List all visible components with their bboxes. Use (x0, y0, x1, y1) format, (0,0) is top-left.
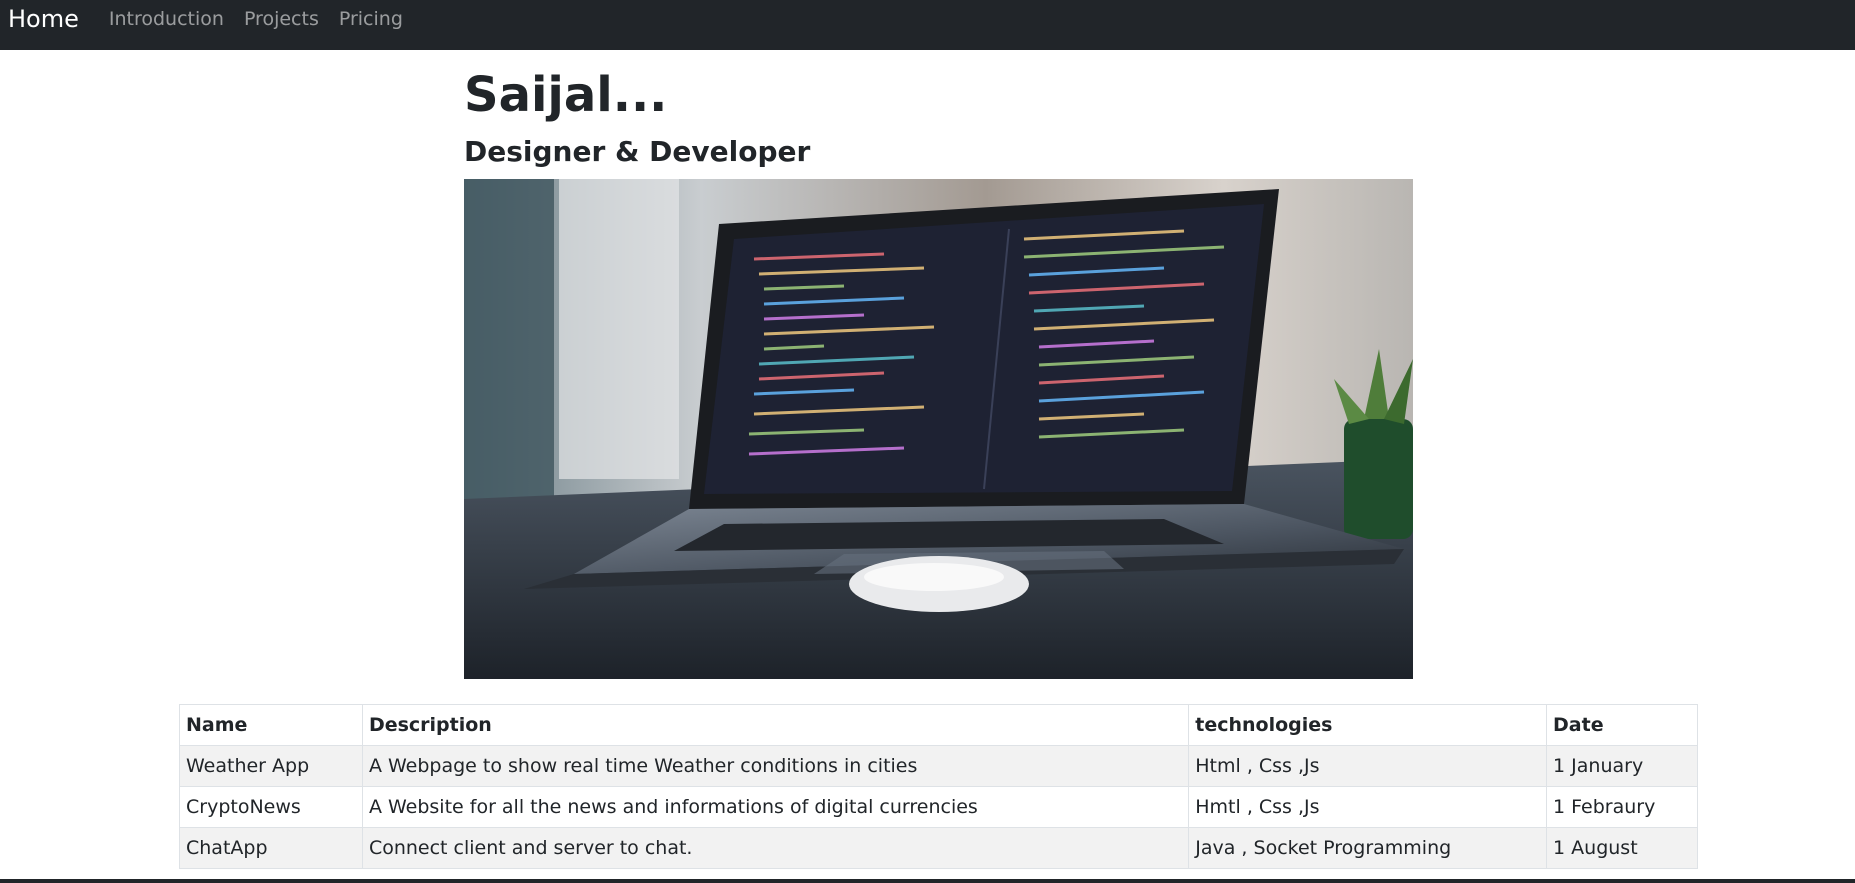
cell-technologies: Hmtl , Css ,Js (1188, 786, 1548, 828)
nav-home-link[interactable]: Home (8, 5, 79, 33)
cell-name: ChatApp (179, 827, 363, 869)
cell-description: A Website for all the news and informati… (361, 786, 1190, 828)
cell-name: Weather App (179, 745, 363, 787)
cell-date: 1 August (1546, 827, 1698, 869)
nav-link-introduction[interactable]: Introduction (109, 8, 224, 30)
projects-table: Name Description technologies Date Weath… (179, 704, 1698, 869)
column-header-technologies: technologies (1188, 704, 1548, 746)
laptop-photo (464, 179, 1413, 679)
cell-description: A Webpage to show real time Weather cond… (361, 745, 1190, 787)
column-header-description: Description (361, 704, 1190, 746)
cell-technologies: Html , Css ,Js (1188, 745, 1548, 787)
column-header-name: Name (179, 704, 363, 746)
cell-date: 1 Febraury (1546, 786, 1698, 828)
cell-date: 1 January (1546, 745, 1698, 787)
cell-technologies: Java , Socket Programming (1188, 827, 1548, 869)
nav-link-pricing[interactable]: Pricing (339, 8, 403, 30)
table-row: Weather App A Webpage to show real time … (179, 745, 1698, 787)
column-header-date: Date (1546, 704, 1698, 746)
page-subtitle: Designer & Developer (464, 135, 811, 168)
top-navbar: Home Introduction Projects Pricing (0, 0, 1855, 50)
bottom-edge-bar (0, 879, 1855, 883)
table-row: CryptoNews A Website for all the news an… (179, 786, 1698, 828)
cell-name: CryptoNews (179, 786, 363, 828)
nav-link-projects[interactable]: Projects (244, 8, 319, 30)
table-row: ChatApp Connect client and server to cha… (179, 827, 1698, 869)
table-header-row: Name Description technologies Date (179, 704, 1698, 746)
page-title: Saijal... (464, 67, 668, 123)
cell-description: Connect client and server to chat. (361, 827, 1190, 869)
